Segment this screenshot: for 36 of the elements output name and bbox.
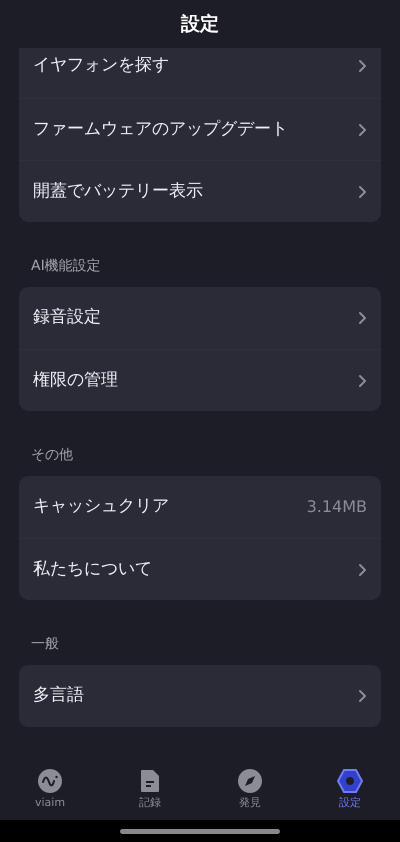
row-label: イヤフォンを探す — [33, 54, 169, 78]
chevron-icon — [358, 689, 367, 703]
home-indicator[interactable] — [120, 828, 280, 834]
chevron-icon — [358, 311, 367, 325]
row-label: 多言語 — [33, 684, 84, 708]
compass-icon — [237, 768, 263, 794]
chevron-icon — [358, 122, 367, 136]
tab[interactable]: 記録 — [100, 768, 200, 820]
chevron-icon — [358, 59, 367, 73]
row-label: キャッシュクリア — [33, 495, 169, 518]
section-title: その他 — [30, 446, 74, 465]
section-title: 一般 — [30, 635, 60, 654]
settings-row[interactable]: キャッシュクリア 3.14MB — [19, 476, 381, 538]
settings-row[interactable]: 開蓋でバッテリー表示 — [19, 160, 381, 222]
wave-icon — [37, 768, 63, 794]
settings-row[interactable]: 権限の管理 — [19, 349, 381, 411]
settings-icon — [337, 768, 363, 794]
row-label: 開蓋でバッテリー表示 — [33, 180, 203, 203]
chevron-icon — [358, 184, 367, 198]
row-label: ファームウェアのアップグデート — [33, 118, 288, 141]
section-title: AI機能設定 — [30, 257, 102, 276]
cache-size: 3.14MB — [306, 496, 367, 518]
chevron-icon — [358, 374, 367, 388]
settings-row[interactable]: イヤフォンを探す — [19, 48, 381, 98]
tab[interactable]: viaim — [0, 768, 100, 820]
tab[interactable]: 発見 — [200, 768, 300, 820]
settings-row[interactable]: 録音設定 — [19, 287, 381, 349]
settings-row[interactable]: ファームウェアのアップグデート — [19, 98, 381, 160]
chevron-icon — [358, 562, 367, 576]
row-label: 私たちについて — [33, 558, 152, 581]
tab[interactable]: 設定 — [300, 768, 400, 820]
page-title: 設定 — [181, 12, 219, 37]
row-label: 録音設定 — [33, 306, 101, 330]
row-label: 権限の管理 — [33, 368, 118, 392]
settings-row[interactable]: 多言語 — [19, 665, 381, 727]
settings-row[interactable]: 私たちについて — [19, 538, 381, 600]
